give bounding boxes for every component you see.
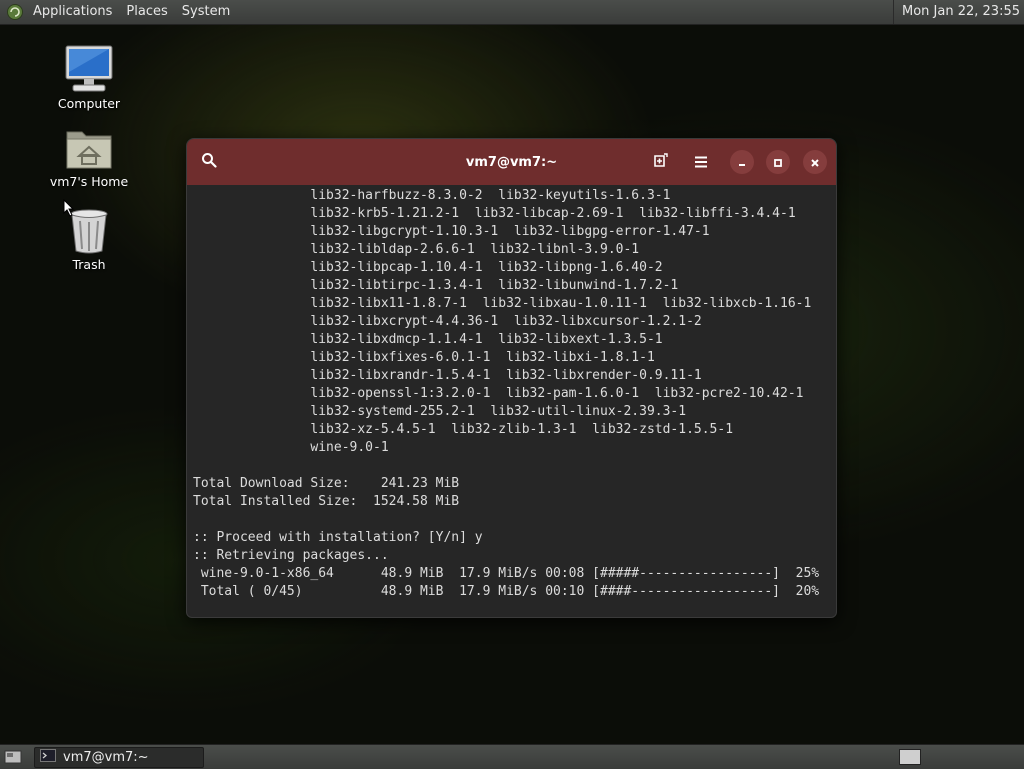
mouse-pointer-icon: [63, 198, 75, 221]
clock[interactable]: Mon Jan 22, 23:55: [893, 0, 1024, 24]
computer-icon: [34, 44, 144, 94]
terminal-line: lib32-libxcrypt-4.4.36-1 lib32-libxcurso…: [193, 314, 702, 329]
menu-places[interactable]: Places: [119, 0, 174, 24]
menu-button[interactable]: [688, 149, 714, 175]
terminal-line: lib32-libldap-2.6.6-1 lib32-libnl-3.9.0-…: [193, 242, 640, 257]
terminal-line: wine-9.0-1-x86_64 48.9 MiB 17.9 MiB/s 00…: [193, 566, 820, 581]
terminal-line: Total Download Size: 241.23 MiB: [193, 476, 460, 491]
minimize-icon: [737, 153, 747, 172]
terminal-line: lib32-libgcrypt-1.10.3-1 lib32-libgpg-er…: [193, 224, 710, 239]
terminal-line: lib32-libpcap-1.10.4-1 lib32-libpng-1.6.…: [193, 260, 663, 275]
maximize-icon: [773, 153, 783, 172]
terminal-line: Total ( 0/45) 48.9 MiB 17.9 MiB/s 00:10 …: [193, 584, 820, 599]
close-button[interactable]: [803, 150, 827, 174]
taskbar-terminal-button[interactable]: vm7@vm7:~: [34, 747, 204, 768]
terminal-line: lib32-libxdmcp-1.1.4-1 lib32-libxext-1.3…: [193, 332, 663, 347]
desktop-icon-home[interactable]: vm7's Home: [34, 126, 144, 189]
menu-system[interactable]: System: [175, 0, 237, 24]
terminal-line: lib32-xz-5.4.5-1 lib32-zlib-1.3-1 lib32-…: [193, 422, 734, 437]
terminal-line: lib32-harfbuzz-8.3.0-2 lib32-keyutils-1.…: [193, 188, 671, 203]
home-folder-icon: [34, 126, 144, 172]
maximize-button[interactable]: [766, 150, 790, 174]
desktop-icon-label: Trash: [72, 257, 106, 272]
menu-applications[interactable]: Applications: [26, 0, 119, 24]
search-button[interactable]: [196, 149, 222, 175]
distro-logo-icon[interactable]: [4, 1, 26, 23]
terminal-line: :: Retrieving packages...: [193, 548, 389, 563]
terminal-headerbar[interactable]: vm7@vm7:~: [187, 139, 836, 185]
bottom-panel: vm7@vm7:~: [0, 744, 1024, 769]
desktop-icon-label: Computer: [57, 96, 121, 111]
desktop-icon-label: vm7's Home: [49, 174, 129, 189]
workspace-switcher[interactable]: [899, 749, 921, 765]
terminal-line: lib32-libtirpc-1.3.4-1 lib32-libunwind-1…: [193, 278, 679, 293]
terminal-line: lib32-libx11-1.8.7-1 lib32-libxau-1.0.11…: [193, 296, 812, 311]
desktop-icon-trash[interactable]: Trash: [34, 207, 144, 272]
terminal-icon: [40, 749, 56, 766]
trash-icon: [34, 207, 144, 255]
top-panel: Applications Places System Mon Jan 22, 2…: [0, 0, 1024, 25]
close-icon: [810, 153, 820, 172]
terminal-output[interactable]: lib32-harfbuzz-8.3.0-2 lib32-keyutils-1.…: [187, 185, 836, 601]
new-tab-icon: [653, 152, 669, 172]
terminal-line: lib32-libxfixes-6.0.1-1 lib32-libxi-1.8.…: [193, 350, 655, 365]
search-icon: [201, 152, 217, 172]
desktop-icon-computer[interactable]: Computer: [34, 44, 144, 111]
terminal-line: lib32-systemd-255.2-1 lib32-util-linux-2…: [193, 404, 687, 419]
terminal-line: :: Proceed with installation? [Y/n] y: [193, 530, 483, 545]
terminal-line: lib32-openssl-1:3.2.0-1 lib32-pam-1.6.0-…: [193, 386, 804, 401]
show-desktop-button[interactable]: [4, 749, 22, 765]
terminal-line: wine-9.0-1: [193, 440, 389, 455]
terminal-line: Total Installed Size: 1524.58 MiB: [193, 494, 460, 509]
hamburger-menu-icon: [694, 153, 708, 172]
show-desktop-icon: [4, 750, 22, 769]
taskbar-button-label: vm7@vm7:~: [63, 750, 149, 765]
new-tab-button[interactable]: [648, 149, 674, 175]
terminal-line: lib32-krb5-1.21.2-1 lib32-libcap-2.69-1 …: [193, 206, 796, 221]
terminal-window[interactable]: vm7@vm7:~ lib32-harfbuzz-8.3.0-2 lib32-k…: [186, 138, 837, 618]
terminal-line: lib32-libxrandr-1.5.4-1 lib32-libxrender…: [193, 368, 702, 383]
minimize-button[interactable]: [730, 150, 754, 174]
